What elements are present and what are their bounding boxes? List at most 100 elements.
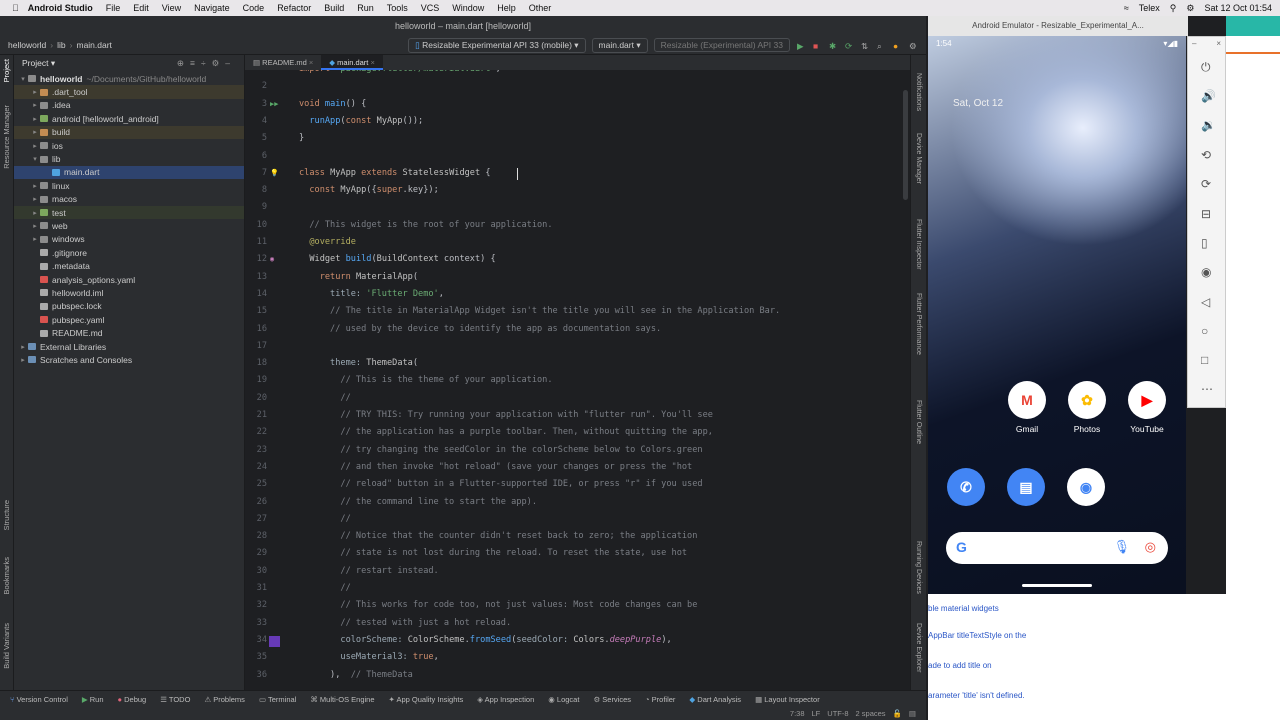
code-line[interactable]: Widget build(BuildContext context) {	[299, 254, 495, 264]
breadcrumb-project[interactable]: helloworld	[8, 40, 46, 50]
code-line[interactable]: //	[299, 393, 350, 403]
tree-item[interactable]: ▸ build	[14, 125, 244, 139]
line-number[interactable]: 10	[245, 220, 267, 230]
tree-root[interactable]: ▾ helloworld ~/Documents/GitHub/hellowor…	[14, 72, 244, 85]
line-number[interactable]: 24	[245, 462, 267, 472]
update-icon[interactable]: ●	[893, 41, 902, 51]
tool-app-inspection[interactable]: ◈ App Inspection	[477, 695, 534, 704]
device-selector[interactable]: ▯ Resizable Experimental API 33 (mobile)…	[408, 37, 586, 53]
tool-device-manager[interactable]: Device Manager	[915, 133, 922, 184]
code-line[interactable]: // The title in MaterialApp Widget isn't…	[299, 306, 780, 316]
tree-item[interactable]: ▸ External Libraries	[14, 340, 244, 353]
code-line[interactable]: useMaterial3: true,	[299, 652, 438, 662]
menu-refactor[interactable]: Refactor	[277, 3, 311, 13]
tree-item[interactable]: ▸ macos	[14, 193, 244, 206]
tree-arrow[interactable]: ▸	[30, 142, 40, 150]
minimize-icon[interactable]: –	[1192, 39, 1196, 48]
close-icon[interactable]: ×	[1216, 39, 1221, 48]
stop-icon[interactable]: ■	[813, 41, 822, 51]
power-icon[interactable]: ⏻	[1201, 60, 1211, 75]
code-line[interactable]: const MyApp({super.key});	[299, 185, 438, 195]
code-line[interactable]: // tested with just a hot reload.	[299, 618, 511, 628]
code-line[interactable]: // state is not lost during the reload. …	[299, 548, 687, 558]
more-icon[interactable]: ⋯	[1201, 382, 1213, 396]
line-number[interactable]: 32	[245, 600, 267, 610]
menu-vcs[interactable]: VCS	[421, 3, 440, 13]
code-line[interactable]: class MyApp extends StatelessWidget {	[299, 168, 491, 178]
overview-icon[interactable]: □	[1201, 353, 1208, 367]
tool-debug[interactable]: ● Debug	[118, 695, 147, 704]
device-posture-icon[interactable]: ▯	[1201, 236, 1208, 250]
menu-run[interactable]: Run	[357, 3, 374, 13]
tree-arrow[interactable]: ▸	[18, 343, 28, 351]
settings-icon[interactable]: ⚙	[909, 41, 918, 51]
telex-label[interactable]: Telex	[1139, 3, 1160, 13]
control-center-icon[interactable]: ⚙	[1186, 3, 1194, 14]
lightbulb-icon[interactable]: 💡	[270, 169, 279, 177]
tree-item[interactable]: README.md	[14, 326, 244, 339]
line-number[interactable]: 7	[245, 168, 267, 178]
apple-icon[interactable]: 	[12, 3, 19, 13]
run-gutter-icon[interactable]: ▶▶	[270, 100, 278, 108]
close-icon[interactable]: ×	[309, 58, 313, 67]
code-line[interactable]: //	[299, 583, 350, 593]
line-number[interactable]: 27	[245, 514, 267, 524]
lock-icon[interactable]: 🔓	[893, 709, 902, 718]
tree-item[interactable]: ▸ test	[14, 205, 244, 220]
vertical-scrollbar[interactable]	[903, 90, 908, 200]
phone-date[interactable]: Sat, Oct 12	[953, 98, 1003, 109]
tool-running-devices[interactable]: Running Devices	[915, 541, 922, 594]
tool-todo[interactable]: ☰ TODO	[160, 695, 190, 704]
line-number[interactable]: 35	[245, 652, 267, 662]
tree-arrow[interactable]: ▸	[30, 182, 40, 190]
tool-logcat[interactable]: ◉ Logcat	[548, 695, 579, 704]
clock[interactable]: Sat 12 Oct 01:54	[1204, 3, 1272, 13]
line-number[interactable]: 4	[245, 116, 267, 126]
tree-arrow[interactable]: ▸	[30, 195, 40, 203]
tree-item[interactable]: ▸ web	[14, 219, 244, 232]
code-line[interactable]: // try changing the seedColor in the col…	[299, 445, 702, 455]
line-number[interactable]: 36	[245, 670, 267, 680]
line-number[interactable]: 28	[245, 531, 267, 541]
gesture-handle[interactable]	[1022, 584, 1092, 587]
code-line[interactable]: // used by the device to identify the ap…	[299, 324, 661, 334]
search-everywhere-icon[interactable]: ⌕	[877, 41, 886, 51]
tree-item[interactable]: ▸ windows	[14, 233, 244, 246]
tree-item[interactable]: ▸ linux	[14, 179, 244, 192]
home-icon[interactable]: ○	[1201, 324, 1208, 338]
line-number[interactable]: 29	[245, 548, 267, 558]
run-config-selector[interactable]: main.dart ▾	[591, 37, 648, 53]
code-line[interactable]: // and then invoke "hot reload" (save yo…	[299, 462, 692, 472]
file-encoding[interactable]: UTF-8	[827, 709, 848, 718]
tree-arrow[interactable]: ▸	[30, 88, 40, 96]
menu-view[interactable]: View	[162, 3, 181, 13]
code-line[interactable]: ), // ThemeData	[299, 670, 413, 680]
tree-item[interactable]: .metadata	[14, 259, 244, 272]
line-number[interactable]: 16	[245, 324, 267, 334]
attach-icon[interactable]: ⟳	[845, 41, 854, 51]
menu-file[interactable]: File	[106, 3, 121, 13]
line-number[interactable]: 15	[245, 306, 267, 316]
tree-arrow[interactable]: ▸	[30, 209, 40, 217]
line-number[interactable]: 34	[245, 635, 267, 645]
line-number[interactable]: 33	[245, 618, 267, 628]
color-swatch-icon[interactable]	[269, 635, 280, 647]
line-number[interactable]: 6	[245, 151, 267, 161]
indent-setting[interactable]: 2 spaces	[856, 709, 886, 718]
breadcrumb-folder[interactable]: lib	[57, 40, 66, 50]
close-icon[interactable]: ×	[370, 58, 374, 67]
tool-project[interactable]: Project	[2, 59, 11, 82]
line-number[interactable]: 22	[245, 427, 267, 437]
tool-version-control[interactable]: ⑂ Version Control	[10, 695, 68, 704]
line-number[interactable]: 18	[245, 358, 267, 368]
tree-item[interactable]: ▸ .idea	[14, 99, 244, 112]
search-icon[interactable]: ⚲	[1170, 3, 1177, 14]
code-line[interactable]: import 'package:flutter/material.dart';	[299, 70, 501, 74]
tree-arrow[interactable]: ▸	[30, 115, 40, 123]
override-gutter-icon[interactable]: ◉	[270, 255, 274, 263]
tree-arrow[interactable]: ▸	[18, 356, 28, 364]
project-view-selector[interactable]: Project ▾	[22, 58, 55, 69]
tool-layout-inspector[interactable]: ▦ Layout Inspector	[755, 695, 820, 704]
tree-item[interactable]: ▸ Scratches and Consoles	[14, 353, 244, 366]
menu-app-name[interactable]: Android Studio	[28, 3, 93, 13]
